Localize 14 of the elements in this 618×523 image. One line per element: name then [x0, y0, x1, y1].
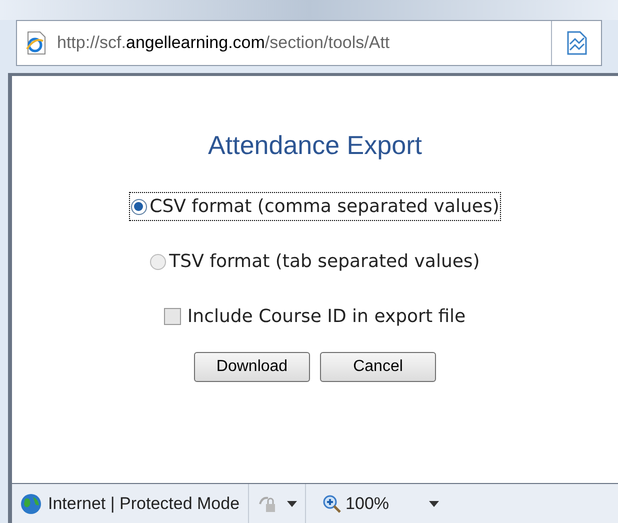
dialog-title: Attendance Export — [208, 129, 422, 162]
format-radio[interactable]: CSV format (comma separated values) — [130, 193, 500, 220]
page-icon — [25, 31, 47, 55]
security-zone-text[interactable]: Internet | Protected Mode — [48, 490, 240, 516]
globe-icon — [20, 492, 42, 514]
format-radio[interactable]: TSV format (tab separated values) — [149, 248, 481, 275]
zoom-level[interactable]: 100% — [346, 490, 390, 516]
zoom-icon[interactable] — [322, 494, 342, 514]
caret-icon[interactable] — [429, 500, 440, 506]
dialog-button[interactable]: Cancel — [320, 352, 436, 382]
course-id-checkbox[interactable]: Include Course ID in export file — [164, 303, 466, 330]
caret-icon[interactable] — [286, 500, 297, 506]
dialog-button[interactable]: Download — [194, 352, 310, 382]
rss-feed-icon[interactable] — [566, 30, 588, 56]
